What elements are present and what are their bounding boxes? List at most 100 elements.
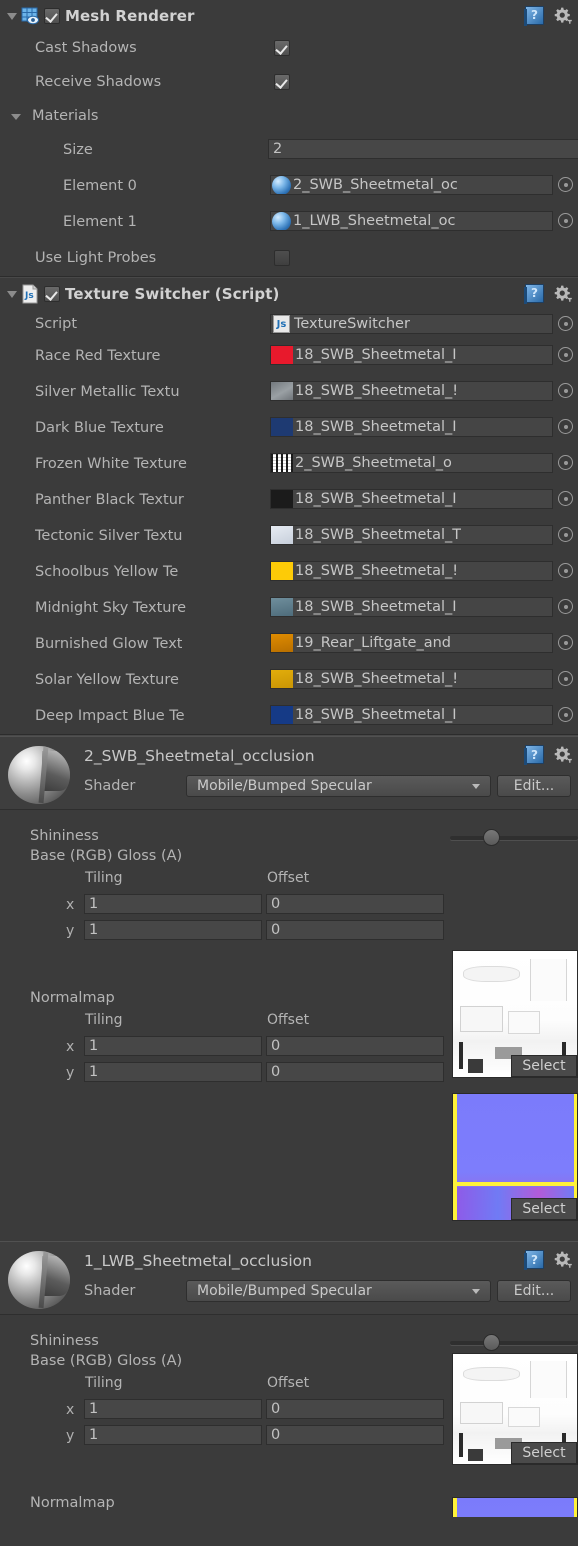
normalmap-preview[interactable]: Select: [452, 1093, 578, 1221]
element-1-objectfield[interactable]: 1_LWB_Sheetmetal_oc: [270, 211, 553, 231]
texture-field-objectfield[interactable]: 18_SWB_Sheetmetal_I: [270, 705, 553, 725]
texture-object-picker-icon[interactable]: [558, 527, 573, 542]
texture-field-objectfield[interactable]: 18_SWB_Sheetmetal_T: [270, 525, 553, 545]
use-light-probes-checkbox[interactable]: [274, 250, 290, 266]
normalmap-preview[interactable]: Select: [452, 1497, 578, 1517]
texture-object-picker-icon[interactable]: [558, 383, 573, 398]
texture-object-picker-icon[interactable]: [558, 347, 573, 362]
tiling-x-input[interactable]: 1: [84, 1036, 262, 1056]
shader-edit-button[interactable]: Edit...: [497, 1280, 571, 1302]
element-0-object-picker-icon[interactable]: [558, 177, 573, 192]
texture-switcher-header[interactable]: Js Texture Switcher (Script): [0, 278, 578, 310]
select-texture-button[interactable]: Select: [511, 1198, 577, 1220]
offset-y-input[interactable]: 0: [266, 1425, 444, 1445]
texture-field-value: 2_SWB_Sheetmetal_o: [295, 455, 452, 471]
texture-field-value: 18_SWB_Sheetmetal_T: [295, 527, 462, 543]
texture-object-picker-icon[interactable]: [558, 563, 573, 578]
size-input[interactable]: 2: [268, 139, 578, 159]
shader-edit-button[interactable]: Edit...: [497, 775, 571, 797]
select-texture-button[interactable]: Select: [511, 1442, 577, 1464]
texture-field-objectfield[interactable]: 18_SWB_Sheetmetal_I: [270, 417, 553, 437]
texture-switcher-foldout[interactable]: [4, 278, 20, 310]
tiling-y-input[interactable]: 1: [84, 1062, 262, 1082]
component-texture-switcher: Js Texture Switcher (Script) Script: [0, 278, 578, 734]
tiling-y-input[interactable]: 1: [84, 920, 262, 940]
texture-field-objectfield[interactable]: 18_SWB_Sheetmetal_!: [270, 669, 553, 689]
texture-field-objectfield[interactable]: 18_SWB_Sheetmetal_!: [270, 381, 553, 401]
texture-field-objectfield[interactable]: 19_Rear_Liftgate_and: [270, 633, 553, 653]
gear-icon[interactable]: [553, 6, 572, 25]
row-texture-field: Dark Blue Texture 18_SWB_Sheetmetal_I: [0, 410, 578, 446]
offset-y-input[interactable]: 0: [266, 1062, 444, 1082]
mesh-renderer-header[interactable]: Mesh Renderer: [0, 0, 578, 32]
offset-x-input[interactable]: 0: [266, 1399, 444, 1419]
receive-shadows-checkbox[interactable]: [274, 74, 290, 90]
help-book-icon[interactable]: [524, 1250, 544, 1270]
texture-object-picker-icon[interactable]: [558, 671, 573, 686]
element-0-value: 2_SWB_Sheetmetal_oc: [293, 177, 458, 193]
shader-dropdown[interactable]: Mobile/Bumped Specular: [186, 1280, 491, 1302]
texture-field-objectfield[interactable]: 18_SWB_Sheetmetal_!: [270, 561, 553, 581]
shininess-slider-knob[interactable]: [483, 829, 500, 846]
row-materials-foldout[interactable]: Materials: [0, 100, 578, 132]
gear-icon[interactable]: [553, 284, 572, 303]
cast-shadows-checkbox[interactable]: [274, 40, 290, 56]
texture-field-objectfield[interactable]: 18_SWB_Sheetmetal_I: [270, 489, 553, 509]
materials-foldout-arrow[interactable]: [8, 100, 24, 132]
texture-color-swatch: [271, 526, 293, 544]
texture-field-objectfield[interactable]: 18_SWB_Sheetmetal_I: [270, 597, 553, 617]
texture-field-label: Solar Yellow Texture: [35, 672, 179, 688]
js-script-icon: [273, 315, 290, 333]
texture-object-picker-icon[interactable]: [558, 419, 573, 434]
tiling-x-input[interactable]: 1: [84, 1399, 262, 1419]
basemap-preview[interactable]: Select: [452, 1353, 578, 1465]
tiling-x-label: x: [66, 897, 75, 913]
script-objectfield[interactable]: TextureSwitcher: [270, 314, 553, 334]
texture-object-picker-icon[interactable]: [558, 455, 573, 470]
element-1-value: 1_LWB_Sheetmetal_oc: [293, 213, 456, 229]
texture-color-swatch: [271, 598, 293, 616]
offset-x-input[interactable]: 0: [266, 1036, 444, 1056]
offset-y-input[interactable]: 0: [266, 920, 444, 940]
shininess-slider[interactable]: [450, 1334, 578, 1351]
material-separator: [0, 1225, 578, 1241]
help-book-icon[interactable]: [524, 745, 544, 765]
help-book-icon[interactable]: [524, 5, 544, 26]
tiling-x-label: x: [66, 1039, 75, 1055]
basemap-preview[interactable]: Select: [452, 950, 578, 1078]
texture-switcher-title: Texture Switcher (Script): [65, 285, 280, 303]
row-element-1: Element 1 1_LWB_Sheetmetal_oc: [0, 204, 578, 240]
material-inspector: 1_LWB_Sheetmetal_occlusion Shader Mobile/B…: [0, 1241, 578, 1517]
texture-object-picker-icon[interactable]: [558, 491, 573, 506]
mesh-renderer-enabled-checkbox[interactable]: [44, 8, 60, 24]
help-book-icon[interactable]: [524, 283, 544, 304]
material-sphere-preview: [8, 746, 70, 804]
row-receive-shadows: Receive Shadows: [0, 64, 578, 100]
tiling-x-input[interactable]: 1: [84, 894, 262, 914]
texture-object-picker-icon[interactable]: [558, 707, 573, 722]
texture-switcher-enabled-checkbox[interactable]: [44, 286, 60, 302]
element-1-object-picker-icon[interactable]: [558, 213, 573, 228]
tiling-y-input[interactable]: 1: [84, 1425, 262, 1445]
shader-dropdown[interactable]: Mobile/Bumped Specular: [186, 775, 491, 797]
texture-field-objectfield[interactable]: 2_SWB_Sheetmetal_o: [270, 453, 553, 473]
element-0-objectfield[interactable]: 2_SWB_Sheetmetal_oc: [270, 175, 553, 195]
shininess-slider[interactable]: [450, 829, 578, 846]
script-label: Script: [35, 316, 78, 332]
mesh-renderer-foldout[interactable]: [4, 0, 20, 32]
select-texture-button[interactable]: Select: [511, 1055, 577, 1077]
gear-icon[interactable]: [553, 1250, 572, 1269]
shininess-slider-knob[interactable]: [483, 1334, 500, 1351]
texture-object-picker-icon[interactable]: [558, 635, 573, 650]
texture-field-label: Dark Blue Texture: [35, 420, 164, 436]
script-object-picker-icon[interactable]: [558, 316, 573, 331]
texture-field-objectfield[interactable]: 18_SWB_Sheetmetal_I: [270, 345, 553, 365]
offset-x-input[interactable]: 0: [266, 894, 444, 914]
gear-icon[interactable]: [553, 745, 572, 764]
material-header: 2_SWB_Sheetmetal_occlusion Shader Mobile/B…: [0, 736, 578, 810]
texture-color-swatch: [271, 382, 293, 400]
texture-object-picker-icon[interactable]: [558, 599, 573, 614]
row-texture-field: Silver Metallic Textu 18_SWB_Sheetmetal_!: [0, 374, 578, 410]
tiling-y-label: y: [66, 923, 75, 939]
material-name: 1_LWB_Sheetmetal_occlusion: [84, 1252, 312, 1270]
